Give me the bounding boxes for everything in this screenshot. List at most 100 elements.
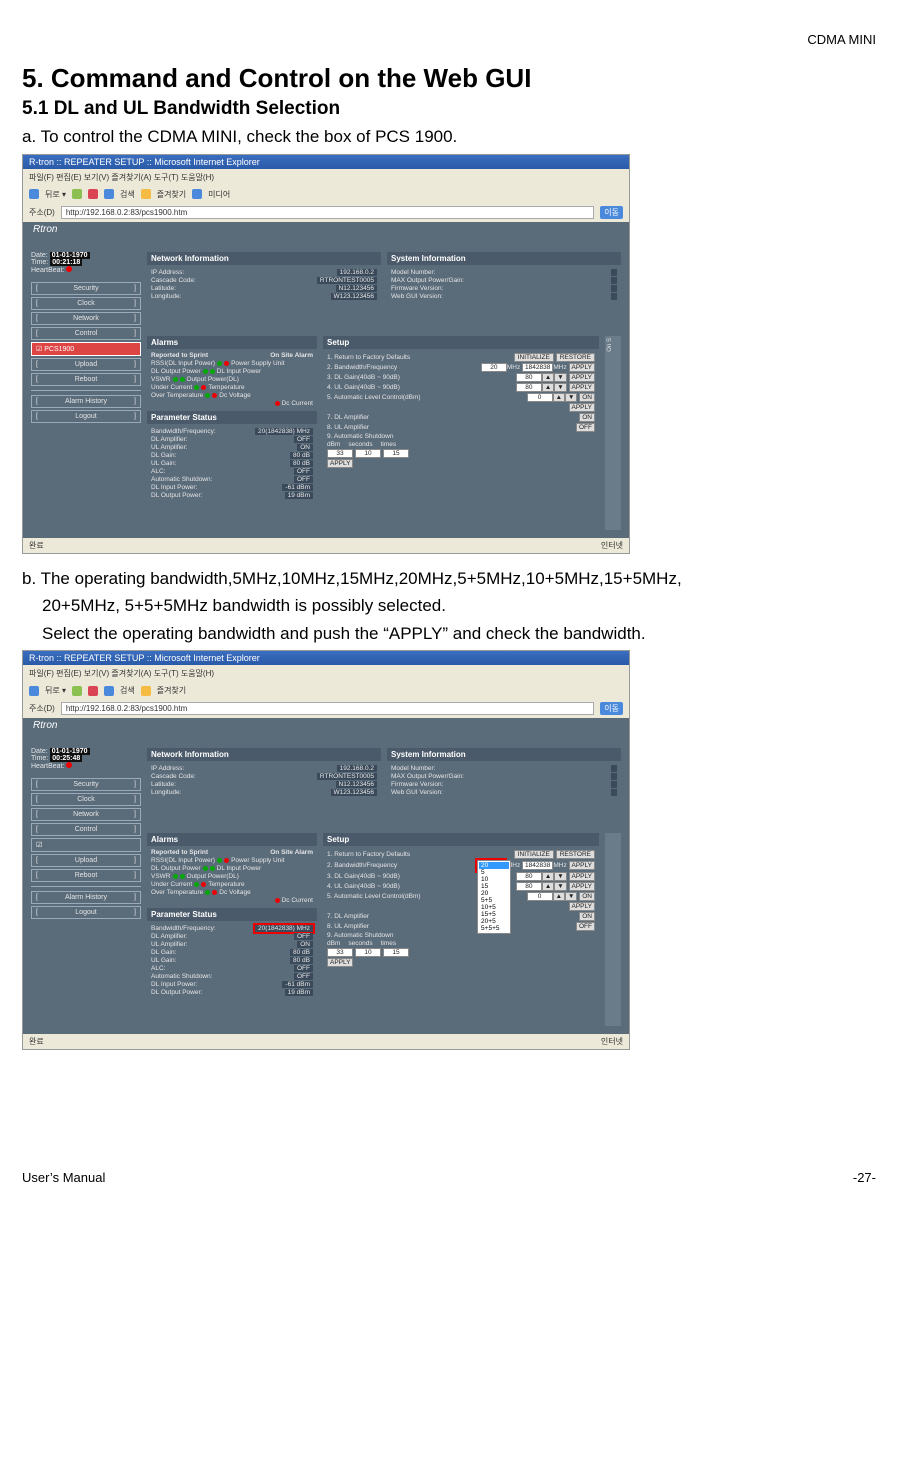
fwd-icon[interactable] [72, 189, 82, 199]
freq-input2[interactable]: 1842838 [522, 861, 553, 870]
alm-dlin: DL Input Power [217, 368, 262, 375]
initialize-button[interactable]: INITIALIZE [514, 353, 554, 362]
sidebar-item-reboot2[interactable]: [Reboot] [31, 869, 141, 882]
sidebar-item-pcs1900-2[interactable]: ☑ [31, 838, 141, 852]
panel-alarms2: Alarms [147, 833, 317, 846]
sidebar-item-control2[interactable]: [Control] [31, 823, 141, 836]
home-icon2[interactable] [104, 686, 114, 696]
off-button-ul[interactable]: OFF [576, 423, 595, 432]
bw-opt-20p5[interactable]: 20+5 [479, 918, 509, 925]
up-button3[interactable]: ▲ [553, 393, 565, 402]
sidebar-item-security[interactable]: [Security] [31, 282, 141, 295]
addr-label: 주소(D) [29, 207, 55, 218]
freq-input[interactable]: 1842838 [522, 363, 553, 372]
fav-icon[interactable] [141, 189, 151, 199]
sidebar-item-pcs1900[interactable]: ☑ PCS1900 [31, 342, 141, 356]
apply-button-bw[interactable]: APPLY [569, 363, 595, 372]
dbm-input[interactable]: 33 [327, 449, 353, 458]
bandwidth-dropdown[interactable]: 20 5 10 15 20 5+5 10+5 15+5 20+5 5+5+5 [477, 860, 511, 934]
down-button3[interactable]: ▼ [565, 393, 577, 402]
address-input2[interactable]: http://192.168.0.2:83/pcs1900.htm [61, 702, 594, 715]
back-label2[interactable]: 뒤로 ▾ [45, 685, 66, 696]
off-button-ul2[interactable]: OFF [576, 922, 595, 931]
on-button-dl[interactable]: ON [579, 413, 595, 422]
apply-button-alc[interactable]: APPLY [569, 403, 595, 412]
search-label[interactable]: 검색 [120, 189, 135, 200]
bw-opt-5p5[interactable]: 5+5 [479, 897, 509, 904]
sidebar-item-clock[interactable]: [Clock] [31, 297, 141, 310]
home-icon[interactable] [104, 189, 114, 199]
sec-input[interactable]: 10 [355, 449, 381, 458]
search-label2[interactable]: 검색 [120, 685, 135, 696]
back-icon[interactable] [29, 189, 39, 199]
go-button2[interactable]: 이동 [600, 702, 623, 715]
logo: Rtron [33, 224, 57, 235]
times-input[interactable]: 15 [383, 449, 409, 458]
bw-opt-15p5[interactable]: 15+5 [479, 911, 509, 918]
up-button[interactable]: ▲ [542, 373, 554, 382]
restore-button[interactable]: RESTORE [556, 353, 595, 362]
alc-input2[interactable]: 0 [527, 892, 553, 901]
apply-button-dl2[interactable]: APPLY [569, 872, 595, 881]
ulgain-input2[interactable]: 80 [516, 882, 542, 891]
bw-opt-15[interactable]: 15 [479, 883, 509, 890]
sidebar-item-clock2[interactable]: [Clock] [31, 793, 141, 806]
apply-button-ul2[interactable]: APPLY [569, 882, 595, 891]
fav-label[interactable]: 즐겨찾기 [157, 189, 186, 200]
fav-label2[interactable]: 즐겨찾기 [157, 685, 186, 696]
bw-opt-5p5p5[interactable]: 5+5+5 [479, 925, 509, 932]
on-button2[interactable]: ON [579, 892, 595, 901]
sidebar-item-logout[interactable]: [Logout] [31, 410, 141, 423]
sidebar-item-security2[interactable]: [Security] [31, 778, 141, 791]
sec-input2[interactable]: 10 [355, 948, 381, 957]
bw-opt-20b[interactable]: 20 [479, 890, 509, 897]
go-button[interactable]: 이동 [600, 206, 623, 219]
alc-input[interactable]: 0 [527, 393, 553, 402]
dlgain-input2[interactable]: 80 [516, 872, 542, 881]
bw-opt-20[interactable]: 20 [479, 862, 509, 869]
apply-button-alc2[interactable]: APPLY [569, 902, 595, 911]
sidebar-item-reboot[interactable]: [Reboot] [31, 373, 141, 386]
apply-button-auto2[interactable]: APPLY [327, 958, 353, 967]
sidebar-item-network[interactable]: [Network] [31, 312, 141, 325]
setup-item9: 9. Automatic Shutdown [327, 433, 394, 440]
stop-icon2[interactable] [88, 686, 98, 696]
sidebar-item-upload2[interactable]: [Upload] [31, 854, 141, 867]
sidebar-item-alarm-history[interactable]: [Alarm History] [31, 395, 141, 408]
apply-button-ul[interactable]: APPLY [569, 383, 595, 392]
media-label[interactable]: 미디어 [208, 189, 230, 200]
right-strip: On S [605, 336, 621, 530]
dlgain-input[interactable]: 80 [516, 373, 542, 382]
apply-button-auto[interactable]: APPLY [327, 459, 353, 468]
ulgain-input[interactable]: 80 [516, 383, 542, 392]
apply-button-bw2[interactable]: APPLY [569, 861, 595, 870]
sidebar-item-logout2[interactable]: [Logout] [31, 906, 141, 919]
step-b-line1: b. The operating bandwidth,5MHz,10MHz,15… [22, 566, 876, 592]
apply-button-dl[interactable]: APPLY [569, 373, 595, 382]
restore-button2[interactable]: RESTORE [556, 850, 595, 859]
sidebar-item-alarm-history2[interactable]: [Alarm History] [31, 891, 141, 904]
stop-icon[interactable] [88, 189, 98, 199]
address-input[interactable]: http://192.168.0.2:83/pcs1900.htm [61, 206, 594, 219]
fav-icon2[interactable] [141, 686, 151, 696]
bw-opt-5[interactable]: 5 [479, 869, 509, 876]
back-label[interactable]: 뒤로 ▾ [45, 189, 66, 200]
dbm-input2[interactable]: 33 [327, 948, 353, 957]
initialize-button2[interactable]: INITIALIZE [514, 850, 554, 859]
sidebar-item-control[interactable]: [Control] [31, 327, 141, 340]
down-button2[interactable]: ▼ [554, 383, 566, 392]
down-button[interactable]: ▼ [554, 373, 566, 382]
up-button2[interactable]: ▲ [542, 383, 554, 392]
date-label2: Date: [31, 748, 48, 755]
back-icon2[interactable] [29, 686, 39, 696]
times-input2[interactable]: 15 [383, 948, 409, 957]
on-button[interactable]: ON [579, 393, 595, 402]
on-button-dl2[interactable]: ON [579, 912, 595, 921]
sidebar-item-network2[interactable]: [Network] [31, 808, 141, 821]
bw-opt-10[interactable]: 10 [479, 876, 509, 883]
bw-opt-10p5[interactable]: 10+5 [479, 904, 509, 911]
sidebar-item-upload[interactable]: [Upload] [31, 358, 141, 371]
media-icon[interactable] [192, 189, 202, 199]
bw-select[interactable]: 20 [481, 363, 507, 372]
fwd-icon2[interactable] [72, 686, 82, 696]
